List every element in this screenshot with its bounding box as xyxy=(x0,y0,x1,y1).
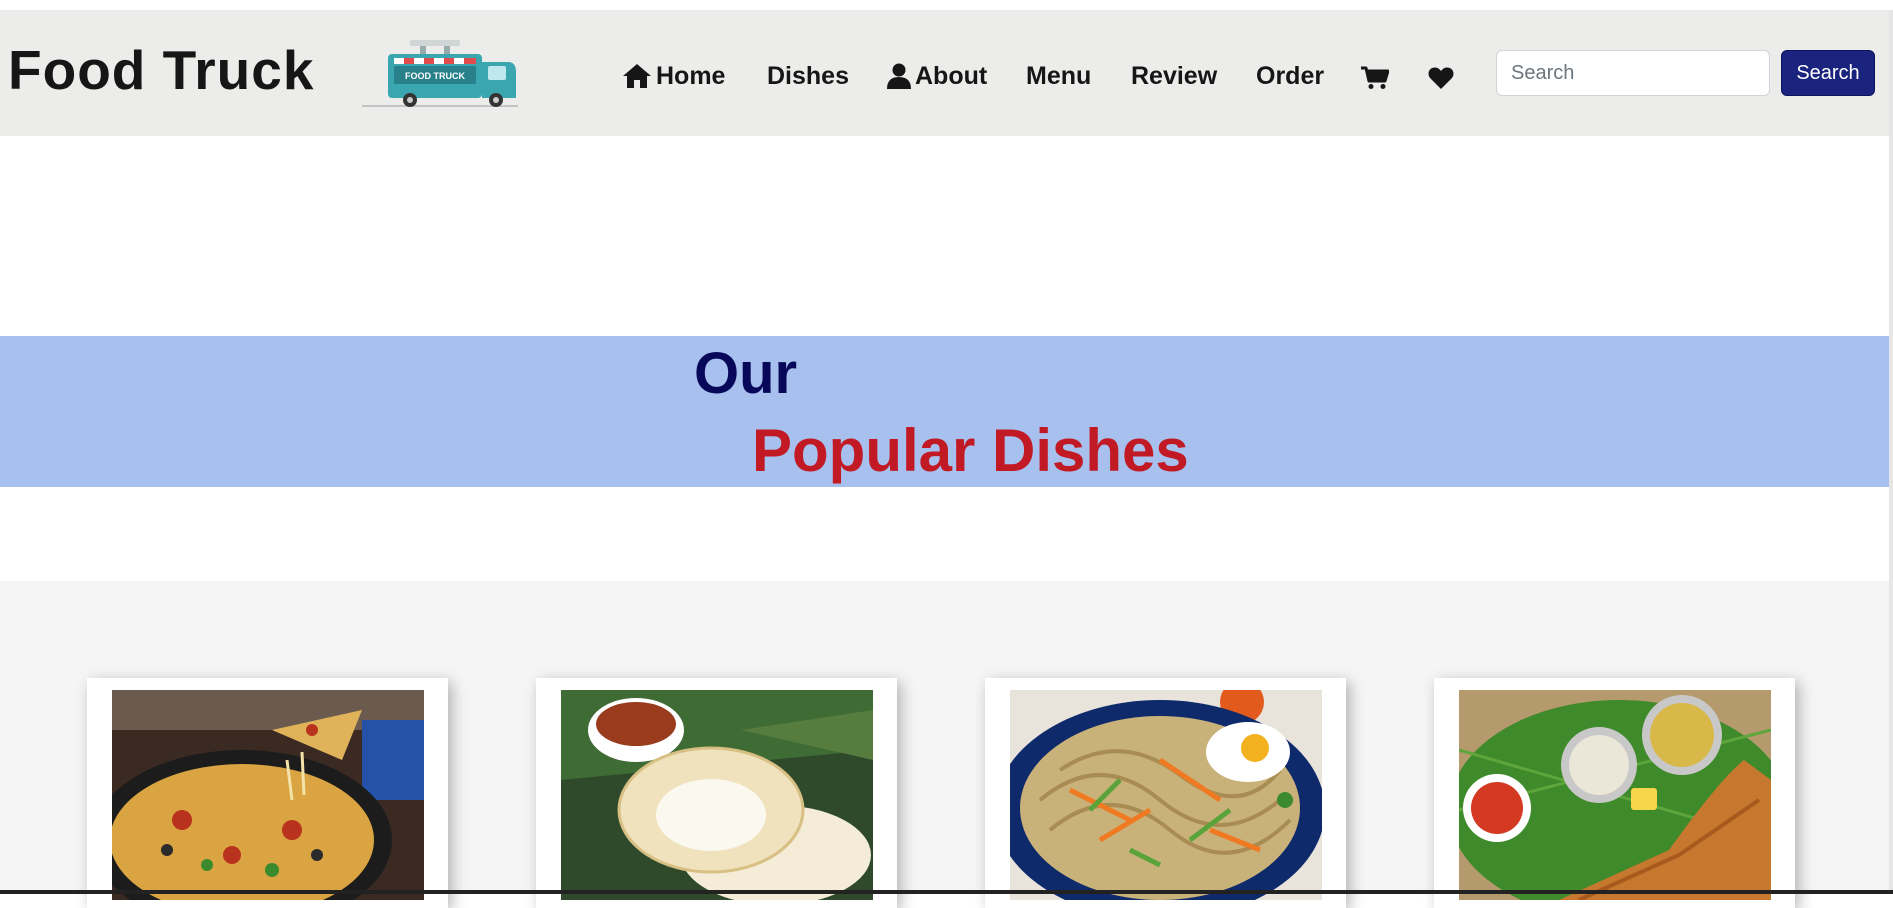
noodles-image xyxy=(1010,690,1322,900)
dish-card[interactable] xyxy=(536,678,897,908)
nav-menu[interactable]: Menu xyxy=(1026,58,1091,94)
pizza-image xyxy=(112,690,424,900)
nav-order-label: Order xyxy=(1256,62,1325,90)
nav-home-label: Home xyxy=(656,62,726,90)
appam-image xyxy=(561,690,873,900)
home-icon xyxy=(622,63,652,89)
nav-order[interactable]: Order xyxy=(1256,58,1324,94)
user-icon xyxy=(887,63,911,89)
hero-spacer xyxy=(0,136,1893,336)
popular-dishes-banner: Our Popular Dishes xyxy=(0,336,1893,487)
dish-card[interactable] xyxy=(1434,678,1795,908)
bottom-edge xyxy=(0,890,1893,894)
navbar: Food Truck FOOD TRUCK Home Dishes About … xyxy=(0,10,1893,136)
top-strip xyxy=(0,0,1893,10)
cart-icon[interactable] xyxy=(1361,66,1390,95)
brand-title[interactable]: Food Truck xyxy=(8,38,314,102)
banner-heading-popular: Popular Dishes xyxy=(752,417,1189,484)
banner-heading-our: Our xyxy=(694,341,798,406)
search-button[interactable]: Search xyxy=(1781,50,1875,96)
dish-card[interactable] xyxy=(87,678,448,908)
logo-text: FOOD TRUCK xyxy=(405,71,465,81)
nav-review-label: Review xyxy=(1131,62,1218,90)
dish-card[interactable] xyxy=(985,678,1346,908)
nav-dishes-label: Dishes xyxy=(767,62,849,90)
nav-menu-label: Menu xyxy=(1026,62,1092,90)
food-truck-logo: FOOD TRUCK xyxy=(360,36,522,112)
nav-dishes[interactable]: Dishes xyxy=(767,58,849,94)
scrollbar[interactable] xyxy=(1889,10,1893,890)
search-input[interactable] xyxy=(1496,50,1770,96)
dishes-section xyxy=(0,581,1893,908)
nav-review[interactable]: Review xyxy=(1131,58,1217,94)
dosa-image xyxy=(1459,690,1771,900)
nav-home[interactable]: Home xyxy=(622,58,725,94)
nav-about[interactable]: About xyxy=(887,58,987,94)
nav-about-label: About xyxy=(915,62,988,90)
heart-icon[interactable] xyxy=(1428,66,1454,95)
